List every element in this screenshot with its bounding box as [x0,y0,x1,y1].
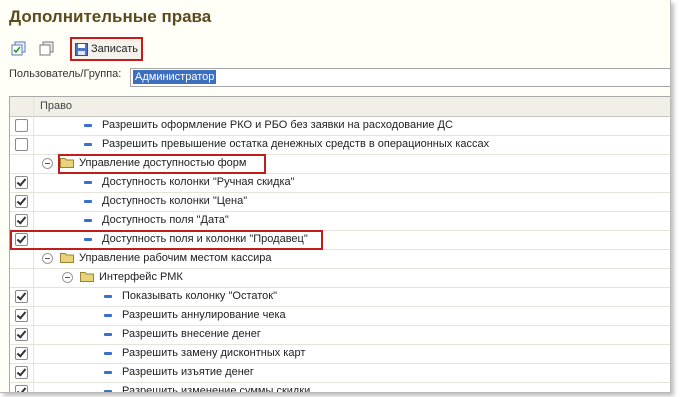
right-checkbox[interactable] [15,119,28,132]
right-checkbox[interactable] [15,385,28,392]
right-label: Разрешить изменение суммы скидки [122,385,311,393]
table-row[interactable]: Управление рабочим местом кассира [10,249,670,269]
table-row[interactable]: Интерфейс РМК [10,268,670,288]
right-label: Разрешить аннулирование чека [122,309,286,321]
right-label: Доступность поля "Дата" [102,214,229,226]
table-row[interactable]: Доступность поля "Дата" [10,211,670,231]
table-row[interactable]: Разрешить изменение суммы скидки [10,382,670,393]
right-label: Управление рабочим местом кассира [79,252,272,264]
right-item-icon [84,124,92,127]
rights-table: Право Разрешить оформление РКО и РБО без… [9,96,670,393]
table-row[interactable]: Разрешить превышение остатка денежных ср… [10,135,670,155]
right-checkbox[interactable] [15,176,28,189]
right-item-icon [104,333,112,336]
collapse-toggle-icon[interactable] [42,253,53,264]
collapse-toggle-icon[interactable] [62,272,73,283]
right-checkbox[interactable] [15,195,28,208]
table-header: Право [10,97,670,117]
right-checkbox[interactable] [15,214,28,227]
deselect-all-button[interactable] [36,38,58,60]
right-label: Доступность колонки "Цена" [102,195,248,207]
save-button[interactable]: Записать [70,37,144,61]
folder-icon [60,252,74,263]
table-row[interactable]: Разрешить аннулирование чека [10,306,670,326]
right-item-icon [104,352,112,355]
right-label: Разрешить внесение денег [122,328,261,340]
right-item-icon [84,143,92,146]
right-label: Разрешить превышение остатка денежных ср… [102,138,490,150]
right-item-icon [84,181,92,184]
highlight-seller-row [10,230,323,250]
right-label: Доступность колонки "Ручная скидка" [102,176,295,188]
select-all-button[interactable] [8,38,30,60]
right-label: Разрешить замену дисконтных карт [122,347,306,359]
right-label: Интерфейс РМК [99,271,183,283]
user-group-field[interactable]: Администратор [130,68,670,87]
right-label: Показывать колонку "Остаток" [122,290,277,302]
right-label: Разрешить изъятие денег [122,366,254,378]
right-label: Разрешить оформление РКО и РБО без заявк… [102,119,453,131]
right-checkbox[interactable] [15,138,28,151]
right-item-icon [104,390,112,392]
toolbar: Записать [8,37,144,61]
table-row[interactable]: Разрешить оформление РКО и РБО без заявк… [10,116,670,136]
right-checkbox[interactable] [15,290,28,303]
right-item-icon [104,314,112,317]
right-checkbox[interactable] [15,366,28,379]
table-row[interactable]: Доступность колонки "Цена" [10,192,670,212]
right-item-icon [84,200,92,203]
check-stack-icon [11,41,26,56]
right-item-icon [104,295,112,298]
table-row[interactable]: Разрешить изъятие денег [10,363,670,383]
right-checkbox[interactable] [15,328,28,341]
table-row[interactable]: Разрешить внесение денег [10,325,670,345]
uncheck-stack-icon [39,41,54,56]
user-group-row: Пользователь/Группа: [9,68,121,80]
save-button-label: Записать [91,43,139,55]
highlight-group-forms [58,154,266,174]
table-row[interactable]: Показывать колонку "Остаток" [10,287,670,307]
additional-rights-window: Дополнительные права Записать Пользовате… [0,0,671,393]
folder-icon [80,271,94,282]
user-group-label: Пользователь/Группа: [9,68,122,80]
right-item-icon [84,219,92,222]
right-checkbox[interactable] [15,347,28,360]
right-item-icon [104,371,112,374]
table-row[interactable]: Разрешить замену дисконтных карт [10,344,670,364]
window-title: Дополнительные права [9,7,212,26]
right-checkbox[interactable] [15,309,28,322]
user-group-value: Администратор [133,70,217,84]
collapse-toggle-icon[interactable] [42,158,53,169]
table-row[interactable]: Доступность колонки "Ручная скидка" [10,173,670,193]
column-header-right: Право [33,97,72,116]
floppy-disk-icon [75,42,88,56]
